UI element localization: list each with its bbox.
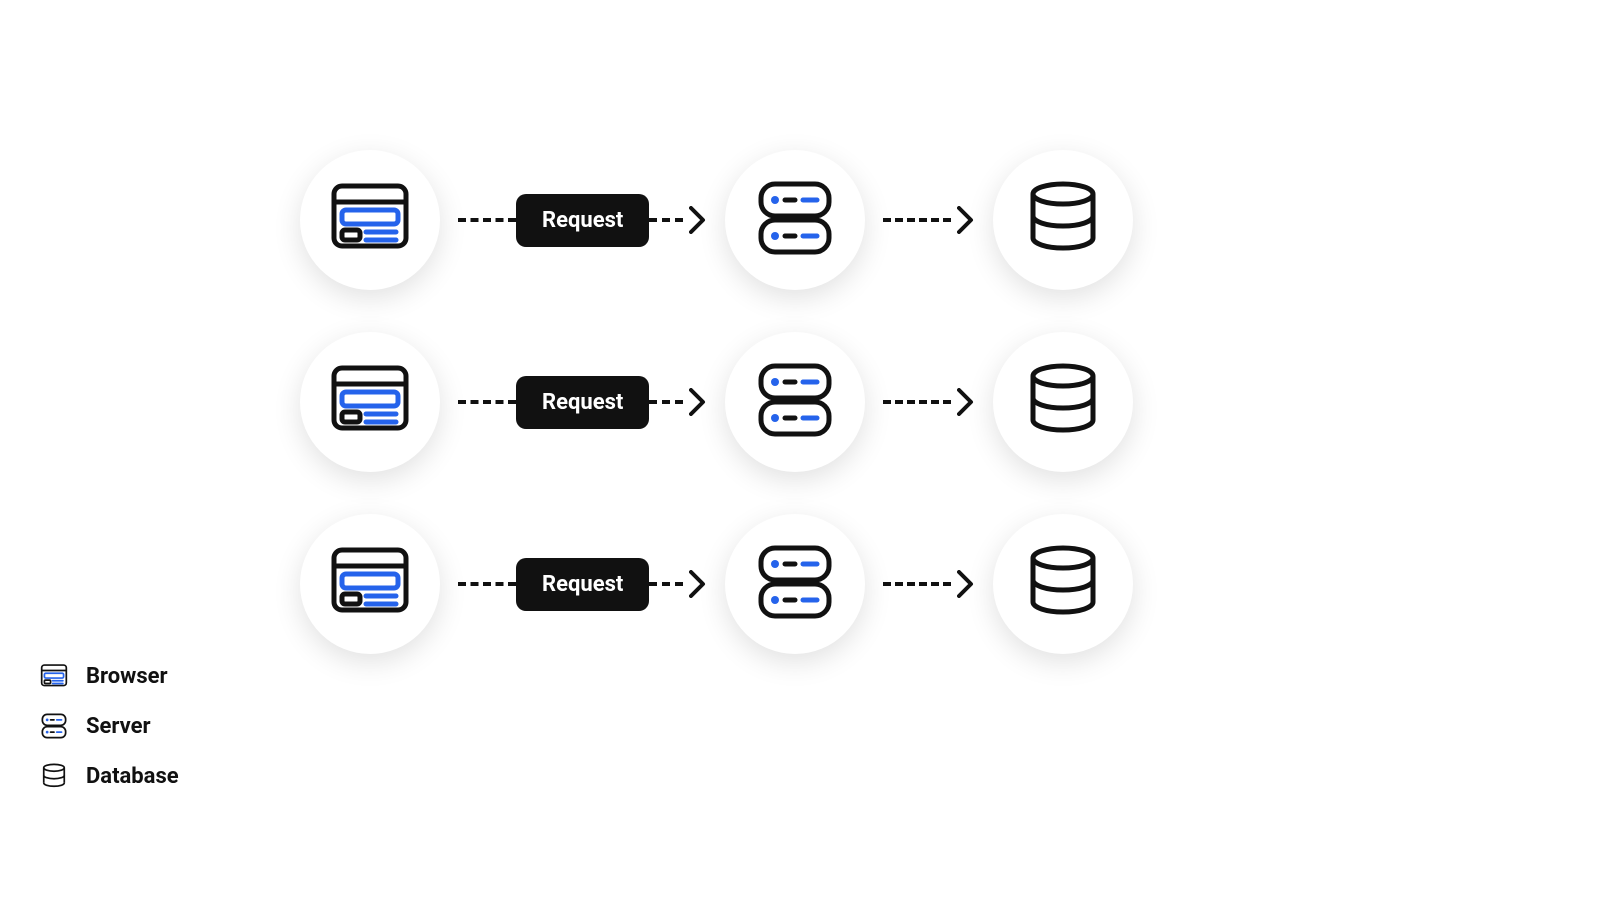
legend-item-server: Server	[40, 712, 179, 740]
arrow-server-to-database	[865, 388, 975, 416]
request-badge: Request	[516, 558, 649, 611]
database-icon	[40, 762, 68, 790]
legend-label: Server	[86, 714, 151, 739]
request-badge: Request	[516, 376, 649, 429]
browser-node	[300, 150, 440, 290]
arrowhead-icon	[689, 206, 707, 234]
arrowhead-icon	[957, 206, 975, 234]
arrow-server-to-database	[865, 206, 975, 234]
server-icon	[755, 362, 835, 442]
server-node	[725, 514, 865, 654]
legend-item-database: Database	[40, 762, 179, 790]
server-node	[725, 150, 865, 290]
arrow-server-to-database	[865, 570, 975, 598]
arrowhead-icon	[957, 570, 975, 598]
database-node	[993, 332, 1133, 472]
browser-icon	[330, 362, 410, 442]
arrowhead-icon	[957, 388, 975, 416]
arrow-browser-to-server: Request	[440, 376, 707, 429]
flow-rows: Request	[300, 150, 1133, 654]
request-badge: Request	[516, 194, 649, 247]
legend: Browser Server Database	[40, 662, 179, 790]
database-icon	[1023, 180, 1103, 260]
database-icon	[1023, 544, 1103, 624]
arrowhead-icon	[689, 570, 707, 598]
arrowhead-icon	[689, 388, 707, 416]
browser-icon	[330, 180, 410, 260]
flow-row: Request	[300, 332, 1133, 472]
server-icon	[755, 544, 835, 624]
database-node	[993, 150, 1133, 290]
flow-row: Request	[300, 514, 1133, 654]
arrow-browser-to-server: Request	[440, 194, 707, 247]
database-node	[993, 514, 1133, 654]
browser-node	[300, 514, 440, 654]
arrow-browser-to-server: Request	[440, 558, 707, 611]
database-icon	[1023, 362, 1103, 442]
server-node	[725, 332, 865, 472]
server-icon	[40, 712, 68, 740]
legend-item-browser: Browser	[40, 662, 179, 690]
server-icon	[755, 180, 835, 260]
browser-icon	[40, 662, 68, 690]
flow-row: Request	[300, 150, 1133, 290]
browser-icon	[330, 544, 410, 624]
legend-label: Browser	[86, 664, 168, 689]
browser-node	[300, 332, 440, 472]
legend-label: Database	[86, 764, 179, 789]
